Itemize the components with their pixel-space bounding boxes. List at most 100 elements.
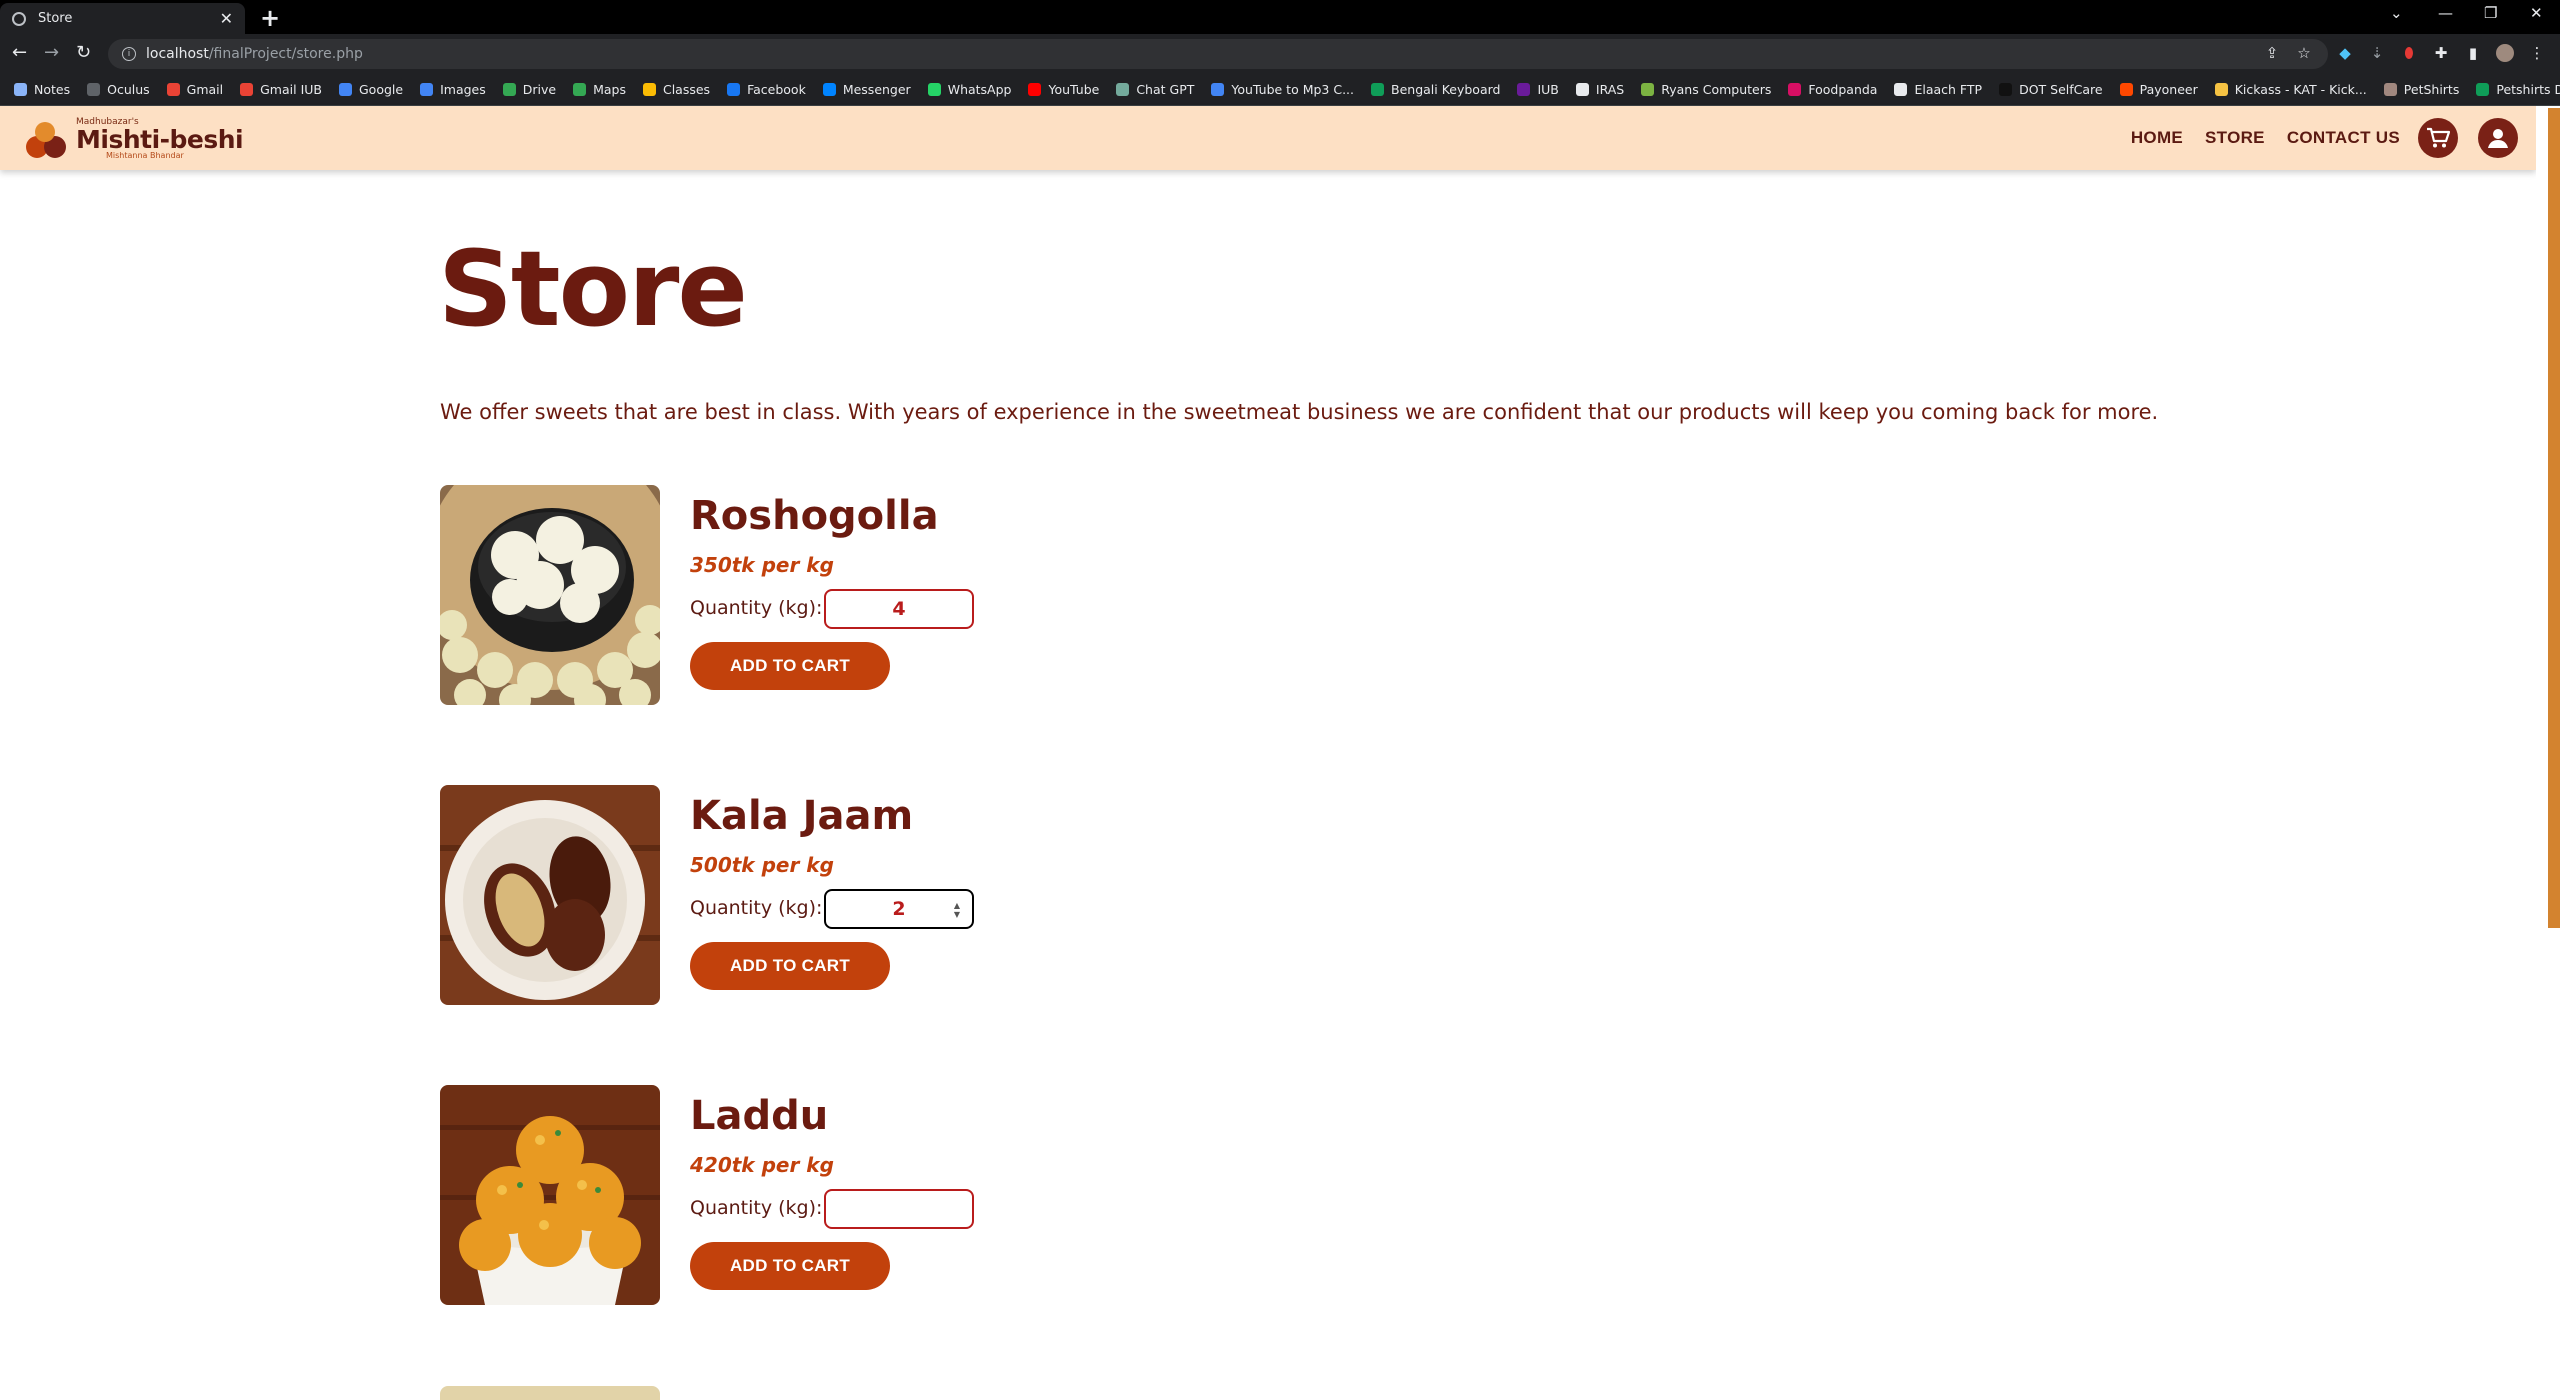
restore-icon[interactable]: ❐ [2484, 4, 2497, 22]
product-card: Roshogolla 350tk per kg Quantity (kg): A… [440, 485, 1340, 705]
bookmark-favicon-icon [338, 83, 352, 96]
quantity-spinner-icon[interactable]: ▲ ▼ [952, 901, 962, 919]
bookmark-item[interactable]: Notes [14, 82, 70, 97]
nav-home[interactable]: HOME [2131, 128, 2183, 148]
bookmark-item[interactable]: YouTube [1028, 82, 1099, 97]
bookmark-label: Drive [522, 82, 557, 97]
bookmark-item[interactable]: Images [420, 82, 486, 97]
nav-contact[interactable]: CONTACT US [2287, 128, 2400, 148]
tab-search-icon[interactable]: ⌄ [2390, 4, 2403, 22]
browser-tab-bar: Store ✕ + ⌄ — ❐ ✕ [0, 0, 2560, 34]
bookmark-item[interactable]: Maps [573, 82, 626, 97]
bookmark-label: Kickass - KAT - Kick... [2234, 82, 2367, 97]
bookmark-label: Ryans Computers [1661, 82, 1772, 97]
page-scrollbar-thumb[interactable] [2548, 108, 2560, 928]
extensions-puzzle-icon[interactable]: ✚ [2432, 44, 2450, 62]
bookmark-favicon-icon [1116, 83, 1130, 96]
close-window-icon[interactable]: ✕ [2530, 4, 2543, 22]
nav-store[interactable]: STORE [2205, 128, 2265, 148]
cart-button[interactable] [2418, 118, 2458, 158]
browser-tab[interactable]: Store ✕ [0, 3, 245, 34]
quantity-label: Quantity (kg): [690, 897, 823, 919]
bookmark-item[interactable]: Payoneer [2119, 82, 2198, 97]
product-image-kala-jaam [440, 785, 660, 1005]
product-image-next [440, 1386, 660, 1400]
bookmark-favicon-icon [1371, 83, 1384, 96]
bookmark-favicon-icon [1211, 83, 1225, 96]
extension-shield-icon[interactable]: ⬮ [2400, 44, 2418, 62]
bookmark-favicon-icon [642, 83, 656, 96]
bookmark-favicon-icon [822, 83, 836, 96]
site-logo[interactable]: Madhubazar's Mishti-beshi Mishtanna Bhan… [22, 118, 244, 160]
bookmark-label: YouTube to Mp3 C... [1231, 82, 1354, 97]
add-to-cart-button[interactable]: ADD TO CART [690, 1242, 890, 1290]
bookmark-favicon-icon [240, 83, 254, 96]
main-nav: HOME STORE CONTACT US [2131, 106, 2536, 170]
bookmark-favicon-icon [502, 83, 516, 96]
reload-icon[interactable]: ↻ [76, 42, 91, 63]
extension-diamond-icon[interactable]: ◆ [2336, 44, 2354, 62]
bookmark-item[interactable]: Facebook [727, 82, 806, 97]
browser-menu-icon[interactable]: ⋮ [2528, 44, 2546, 62]
forward-icon[interactable]: → [44, 42, 59, 63]
bookmark-label: Bengali Keyboard [1391, 82, 1501, 97]
site-info-icon[interactable]: i [122, 47, 136, 61]
profile-avatar-icon[interactable] [2496, 44, 2514, 62]
bookmark-item[interactable]: Gmail IUB [240, 82, 322, 97]
bookmark-label: Google [358, 82, 404, 97]
browser-toolbar: ← → ↻ i localhost/finalProject/store.php… [0, 34, 2560, 74]
quantity-input[interactable] [824, 1189, 974, 1229]
globe-icon [12, 11, 26, 26]
store-intro: We offer sweets that are best in class. … [440, 400, 2159, 424]
bookmark-favicon-icon [1517, 83, 1531, 96]
bookmark-item[interactable]: Oculus [87, 82, 150, 97]
bookmark-item[interactable]: Ryans Computers [1641, 82, 1771, 97]
bookmark-label: IUB [1537, 82, 1559, 97]
minimize-icon[interactable]: — [2438, 4, 2453, 22]
bookmark-item[interactable]: YouTube to Mp3 C... [1211, 82, 1354, 97]
bookmark-item[interactable]: Google [338, 82, 404, 97]
product-name: Kala Jaam [690, 793, 914, 839]
new-tab-button[interactable]: + [260, 4, 280, 32]
tab-title: Store [38, 11, 73, 26]
bookmark-item[interactable]: Bengali Keyboard [1371, 82, 1500, 97]
bookmark-star-icon[interactable]: ☆ [2295, 44, 2313, 62]
share-icon[interactable]: ⇪ [2263, 44, 2281, 62]
url-host: localhost [146, 46, 209, 62]
add-to-cart-button[interactable]: ADD TO CART [690, 642, 890, 690]
account-button[interactable] [2478, 118, 2518, 158]
bookmark-item[interactable]: Gmail [166, 82, 223, 97]
bookmark-label: Payoneer [2139, 82, 2198, 97]
side-panel-icon[interactable]: ▮ [2464, 44, 2482, 62]
add-to-cart-button[interactable]: ADD TO CART [690, 942, 890, 990]
bookmark-item[interactable]: Classes [642, 82, 710, 97]
bookmark-item[interactable]: Elaach FTP [1894, 82, 1982, 97]
bookmark-favicon-icon [14, 83, 27, 96]
quantity-input[interactable] [824, 589, 974, 629]
bookmark-label: Elaach FTP [1914, 82, 1983, 97]
product-image-roshogolla [440, 485, 660, 705]
bookmark-item[interactable]: Foodpanda [1788, 82, 1877, 97]
bookmark-label: Petshirts Designs [2496, 82, 2560, 97]
bookmark-item[interactable]: Chat GPT [1116, 82, 1194, 97]
bookmark-favicon-icon [2119, 83, 2133, 96]
bookmark-item[interactable]: Petshirts Designs [2476, 82, 2560, 97]
bookmark-item[interactable]: IUB [1517, 82, 1559, 97]
close-tab-icon[interactable]: ✕ [220, 9, 233, 28]
bookmark-item[interactable]: Kickass - KAT - Kick... [2214, 82, 2367, 97]
bookmark-item[interactable]: PetShirts [2383, 82, 2459, 97]
bookmark-item[interactable]: Drive [502, 82, 557, 97]
logo-main-text: Mishti-beshi [76, 125, 244, 154]
bookmark-item[interactable]: Messenger [822, 82, 911, 97]
back-icon[interactable]: ← [12, 42, 27, 63]
extension-download-icon[interactable]: ⇣ [2368, 44, 2386, 62]
user-icon [2488, 129, 2508, 148]
address-bar[interactable]: i localhost/finalProject/store.php [108, 39, 2328, 69]
bookmark-label: Images [440, 82, 486, 97]
bookmark-label: Messenger [842, 82, 911, 97]
bookmark-item[interactable]: IRAS [1575, 82, 1624, 97]
bookmark-favicon-icon [1999, 83, 2013, 96]
product-price: 420tk per kg [690, 1153, 834, 1177]
bookmark-item[interactable]: WhatsApp [927, 82, 1011, 97]
bookmark-item[interactable]: DOT SelfCare [1999, 82, 2103, 97]
